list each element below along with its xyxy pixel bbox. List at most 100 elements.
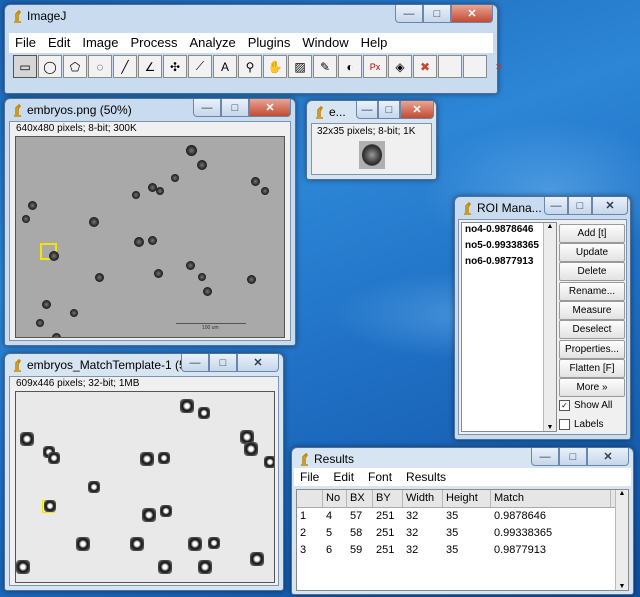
column-header[interactable] [297,490,323,507]
scroll-up-arrow-icon[interactable]: ▲ [544,223,556,230]
embryos-image-canvas[interactable]: 100 um [15,136,285,338]
column-header[interactable]: BX [347,490,373,507]
minimize-button[interactable]: — [356,101,378,119]
minimize-button[interactable]: — [395,5,423,23]
roi-list-item[interactable]: no4-0.9878646 [462,223,556,239]
close-button[interactable]: ✕ [451,5,493,23]
roi-titlebar[interactable]: ROI Mana... — □ ✕ [455,197,630,219]
embryo-blob [49,251,59,261]
roi-rename-button[interactable]: Rename... [559,282,625,301]
column-header[interactable]: No [323,490,347,507]
table-row[interactable]: 1 4 57 251 32 35 0.9878646 [297,508,628,525]
show-all-checkbox[interactable]: ✓ Show All [559,400,612,411]
column-header[interactable]: BY [373,490,403,507]
brush-tool-icon[interactable]: ◐ [338,55,362,78]
menu-image[interactable]: Image [76,33,124,53]
scroll-down-arrow-icon[interactable]: ▼ [544,424,556,431]
scroll-up-arrow-icon[interactable]: ▲ [616,490,628,497]
roi-list[interactable]: no4-0.9878646 no5-0.99338365 no6-0.98779… [461,222,557,432]
close-button[interactable]: ✕ [249,99,291,117]
show-all-label: Show All [574,400,613,411]
embryo-blob [186,261,195,270]
roi-deselect-button[interactable]: Deselect [559,320,625,339]
checkbox-checked-icon[interactable]: ✓ [559,400,570,411]
column-header[interactable]: Height [443,490,491,507]
thumbnail-titlebar[interactable]: e... — □ ✕ [307,101,436,123]
hand-tool-icon[interactable]: ✋ [263,55,287,78]
roi-delete-button[interactable]: Delete [559,262,625,281]
minimize-button[interactable]: — [531,448,559,466]
results-menu-results[interactable]: Results [400,468,454,486]
maximize-button[interactable]: □ [378,101,400,119]
results-menu-font[interactable]: Font [362,468,400,486]
polygon-tool-icon[interactable]: ⬠ [63,55,87,78]
embryos-titlebar[interactable]: embryos.png (50%) — □ ✕ [5,99,295,121]
labels-checkbox[interactable]: Labels [559,419,603,430]
line-tool-icon[interactable]: ╱ [113,55,137,78]
results-menu-edit[interactable]: Edit [327,468,362,486]
menu-process[interactable]: Process [125,33,184,53]
roi-measure-button[interactable]: Measure [559,301,625,320]
maximize-button[interactable]: □ [209,354,237,372]
minimize-button[interactable]: — [193,99,221,117]
close-button[interactable]: ✕ [592,197,628,215]
column-header[interactable]: Match [491,490,611,507]
menu-file[interactable]: File [9,33,42,53]
more-tools-icon[interactable]: » [488,55,510,76]
point-tool-icon[interactable]: ✣ [163,55,187,78]
column-header[interactable]: Width [403,490,443,507]
scroll-down-arrow-icon[interactable]: ▼ [616,583,628,590]
menu-window[interactable]: Window [296,33,354,53]
maximize-button[interactable]: □ [559,448,587,466]
embryo-blob [203,287,212,296]
results-menu-file[interactable]: File [294,468,327,486]
magnifier-tool-icon[interactable]: ⚲ [238,55,262,78]
template-image[interactable] [359,141,385,169]
pencil-tool-icon[interactable]: ✎ [313,55,337,78]
angle-tool-icon[interactable]: ∠ [138,55,162,78]
imagej-titlebar[interactable]: ImageJ — □ ✕ [5,5,497,27]
maximize-button[interactable]: □ [221,99,249,117]
results-titlebar[interactable]: Results — □ ✕ [292,448,633,470]
imagej-microscope-icon [14,358,22,372]
match-result-canvas[interactable] [15,391,275,583]
roi-list-item[interactable]: no5-0.99338365 [462,239,556,255]
roi-add-button[interactable]: Add [t] [559,224,625,243]
freehand-tool-icon[interactable]: ◌ [88,55,112,78]
menu-edit[interactable]: Edit [42,33,76,53]
results-table[interactable]: No BX BY Width Height Match 1 4 57 251 32 35 0.9878… [296,489,629,591]
close-button[interactable]: ✕ [587,448,629,466]
match-peak [158,452,170,464]
oval-tool-icon[interactable]: ◯ [38,55,62,78]
menu-plugins[interactable]: Plugins [242,33,297,53]
roi-list-item[interactable]: no6-0.9877913 [462,255,556,271]
roi-properties-button[interactable]: Properties... [559,340,625,359]
px-tool-icon[interactable]: Px [363,55,387,78]
match-titlebar[interactable]: embryos_MatchTemplate-1 (5... — □ ✕ [5,354,283,376]
minimize-button[interactable]: — [181,354,209,372]
roi-update-button[interactable]: Update [559,243,625,262]
wand-tool-icon[interactable]: ⟋ [188,55,212,78]
roi-list-scrollbar[interactable]: ▲ ▼ [543,223,556,431]
menu-analyze[interactable]: Analyze [183,33,241,53]
rectangle-tool-icon[interactable]: ▭ [13,55,37,78]
roi-flatten-button[interactable]: Flatten [F] [559,359,625,378]
empty-tool-2[interactable] [463,55,487,78]
maximize-button[interactable]: □ [423,5,451,23]
checkbox-unchecked-icon[interactable] [559,419,570,430]
stop-tool-icon[interactable]: ✖ [413,55,437,78]
target-tool-icon[interactable]: ◈ [388,55,412,78]
maximize-button[interactable]: □ [568,197,592,215]
results-scrollbar[interactable]: ▲ ▼ [615,490,628,590]
empty-tool-1[interactable] [438,55,462,78]
dropper-tool-icon[interactable]: ▨ [288,55,312,78]
close-button[interactable]: ✕ [400,101,434,119]
close-button[interactable]: ✕ [237,354,279,372]
text-tool-icon[interactable]: A [213,55,237,78]
table-cell: 35 [446,510,459,522]
roi-more-button[interactable]: More » [559,378,625,397]
minimize-button[interactable]: — [544,197,568,215]
table-row[interactable]: 2 5 58 251 32 35 0.99338365 [297,525,628,542]
menu-help[interactable]: Help [355,33,394,53]
table-row[interactable]: 3 6 59 251 32 35 0.9877913 [297,542,628,559]
